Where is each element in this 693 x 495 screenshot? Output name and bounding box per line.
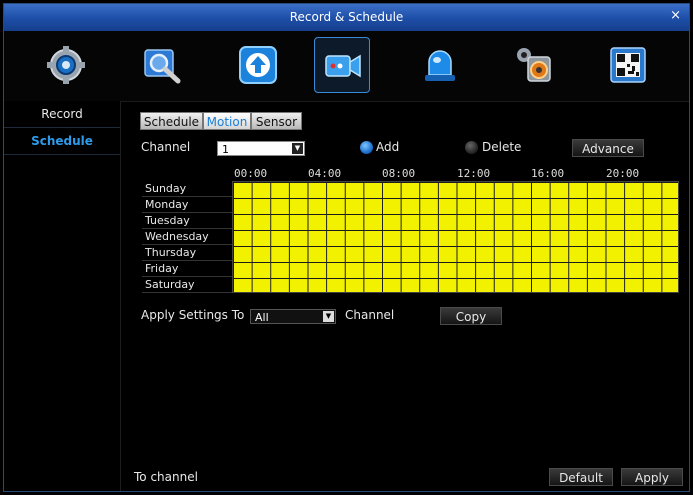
day-list: Sunday Monday Tuesday Wednesday Thursday…	[142, 181, 232, 293]
tab-schedule[interactable]: Schedule	[140, 112, 203, 130]
channel-label: Channel	[141, 140, 191, 154]
search-icon[interactable]	[134, 37, 190, 93]
hour-label: 00:00	[234, 167, 268, 180]
hour-label: 12:00	[457, 167, 491, 180]
sidebar: Record Schedule	[4, 101, 121, 491]
alarm-siren-icon[interactable]	[412, 37, 468, 93]
tab-sensor[interactable]: Sensor	[251, 112, 302, 130]
hour-label: 08:00	[382, 167, 416, 180]
title-bar: Record & Schedule ×	[4, 4, 689, 32]
app-window: Record & Schedule × Record Schedule Sche…	[3, 3, 690, 492]
channel-suffix-label: Channel	[345, 308, 395, 322]
hour-label: 04:00	[308, 167, 342, 180]
camera-record-icon[interactable]	[314, 37, 370, 93]
tab-motion[interactable]: Motion	[203, 112, 251, 130]
hour-label: 20:00	[606, 167, 640, 180]
delete-label: Delete	[482, 140, 522, 154]
add-radio[interactable]	[360, 141, 373, 154]
delete-radio[interactable]	[465, 141, 478, 154]
qr-code-icon[interactable]	[600, 37, 656, 93]
chevron-down-icon: ▼	[292, 143, 303, 154]
add-label: Add	[376, 140, 400, 154]
apply-target-value: All	[255, 311, 269, 324]
schedule-panel: Schedule Motion Sensor Channel 1 ▼ Add D…	[124, 101, 686, 491]
channel-select[interactable]: 1 ▼	[217, 141, 305, 156]
advance-button[interactable]: Advance	[572, 139, 644, 157]
copy-button[interactable]: Copy	[440, 307, 502, 325]
day-label: Wednesday	[142, 229, 232, 245]
close-icon[interactable]: ×	[670, 8, 681, 23]
toolbar	[4, 31, 689, 102]
apply-button[interactable]: Apply	[621, 468, 683, 486]
default-button[interactable]: Default	[549, 468, 613, 486]
to-channel-label: To channel	[134, 470, 198, 484]
sidebar-item-record[interactable]: Record	[4, 101, 120, 128]
day-label: Saturday	[142, 277, 232, 293]
schedule-grid: 00:00 04:00 08:00 12:00 16:00 20:00 Sund…	[142, 167, 679, 293]
sidebar-item-schedule[interactable]: Schedule	[4, 128, 120, 155]
day-label: Sunday	[142, 181, 232, 197]
apply-target-select[interactable]: All ▼	[250, 309, 336, 324]
hour-label: 16:00	[531, 167, 565, 180]
chevron-down-icon: ▼	[323, 311, 334, 322]
upgrade-arrow-icon[interactable]	[230, 37, 286, 93]
day-label: Thursday	[142, 245, 232, 261]
day-label: Friday	[142, 261, 232, 277]
window-title: Record & Schedule	[289, 10, 404, 24]
apply-settings-label: Apply Settings To	[141, 308, 245, 322]
channel-value: 1	[222, 143, 229, 156]
settings-disk-icon[interactable]	[506, 37, 562, 93]
day-label: Monday	[142, 197, 232, 213]
day-label: Tuesday	[142, 213, 232, 229]
hour-axis: 00:00 04:00 08:00 12:00 16:00 20:00	[232, 167, 679, 182]
system-gear-icon[interactable]	[38, 37, 94, 93]
schedule-cells[interactable]	[232, 181, 679, 293]
